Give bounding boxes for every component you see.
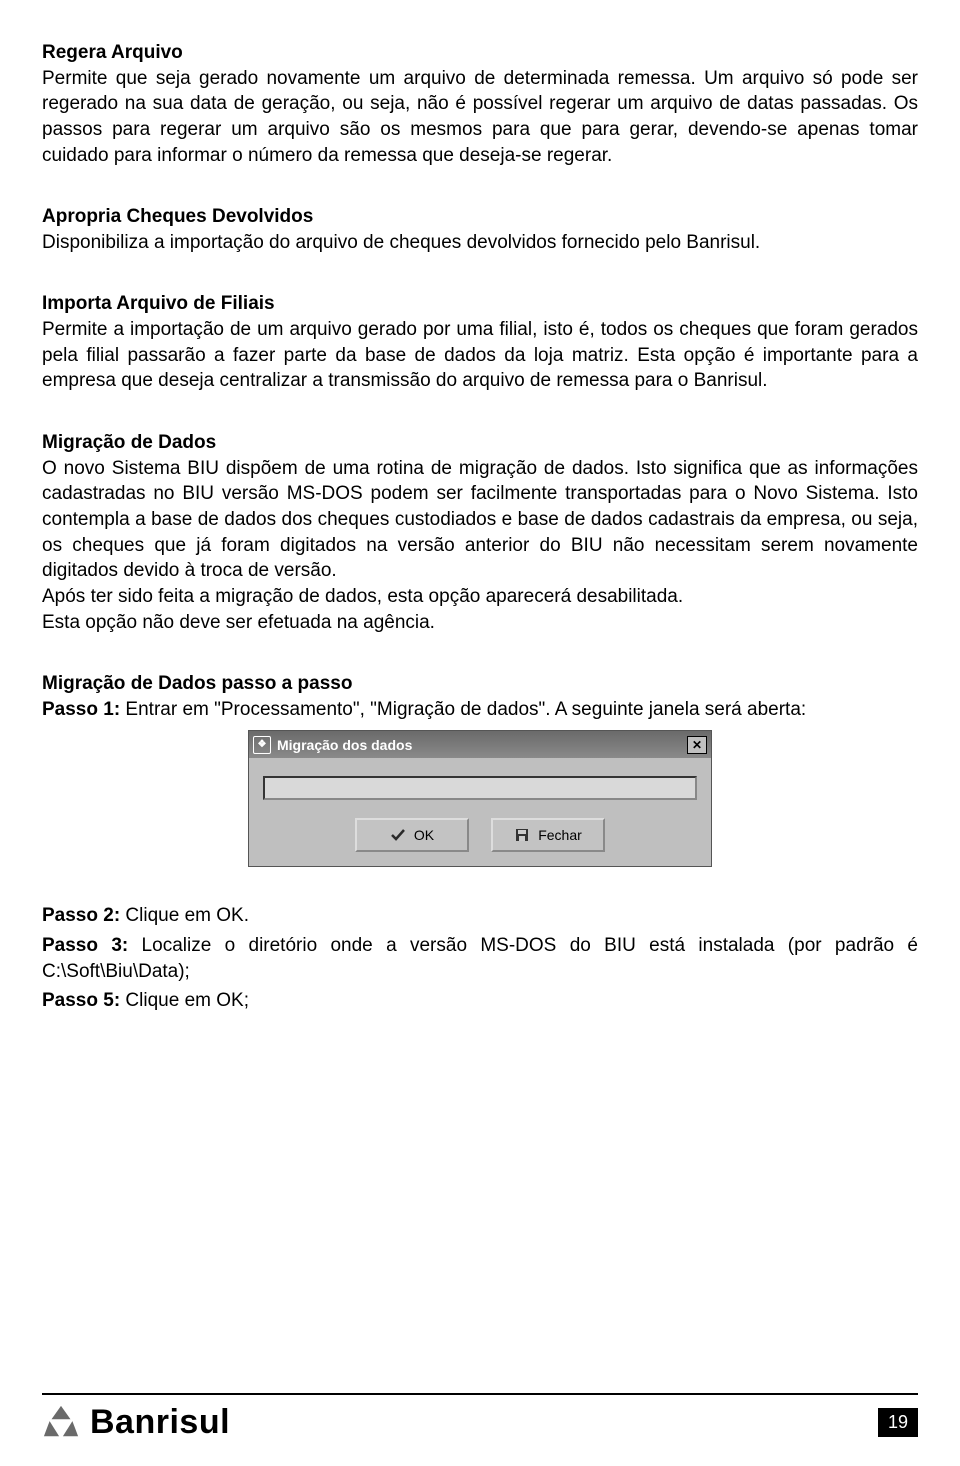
step-text: Clique em OK; xyxy=(120,990,249,1011)
dialog-titlebar[interactable]: ❖ Migração dos dados ✕ xyxy=(249,731,711,758)
progress-bar xyxy=(263,776,697,800)
step-text: Clique em OK. xyxy=(120,905,249,926)
heading: Importa Arquivo de Filiais xyxy=(42,291,918,317)
page-footer: Banrisul 19 xyxy=(42,1393,918,1442)
step-2: Passo 2: Clique em OK. xyxy=(42,903,918,929)
heading: Migração de Dados xyxy=(42,430,918,456)
section-apropria-cheques: Apropria Cheques Devolvidos Disponibiliz… xyxy=(42,204,918,255)
step-lead: Passo 2: xyxy=(42,905,120,926)
step-lead: Passo 5: xyxy=(42,990,120,1011)
body-text: Permite que seja gerado novamente um arq… xyxy=(42,66,918,169)
section-regera-arquivo: Regera Arquivo Permite que seja gerado n… xyxy=(42,40,918,168)
brand-icon xyxy=(42,1404,80,1442)
step-lead: Passo 3: xyxy=(42,935,128,956)
body-text: Disponibiliza a importação do arquivo de… xyxy=(42,230,918,256)
body-text: Permite a importação de um arquivo gerad… xyxy=(42,317,918,394)
step-text: Localize o diretório onde a versão MS-DO… xyxy=(42,935,918,982)
footer-divider xyxy=(42,1393,918,1395)
disk-icon xyxy=(514,827,530,843)
body-text: O novo Sistema BIU dispõem de uma rotina… xyxy=(42,456,918,584)
dialog-title: Migração dos dados xyxy=(277,736,412,755)
body-text-extra2: Esta opção não deve ser efetuada na agên… xyxy=(42,610,918,636)
ok-button[interactable]: OK xyxy=(355,818,469,852)
check-icon xyxy=(390,827,406,843)
body-text-extra1: Após ter sido feita a migração de dados,… xyxy=(42,584,918,610)
button-label: Fechar xyxy=(538,826,582,845)
fechar-button[interactable]: Fechar xyxy=(491,818,605,852)
step-3: Passo 3: Localize o diretório onde a ver… xyxy=(42,933,918,984)
close-icon[interactable]: ✕ xyxy=(687,736,707,754)
heading: Regera Arquivo xyxy=(42,40,918,66)
dialog-migracao: ❖ Migração dos dados ✕ OK xyxy=(248,730,712,867)
step-5: Passo 5: Clique em OK; xyxy=(42,988,918,1014)
brand-logo: Banrisul xyxy=(42,1403,230,1442)
step-text: Entrar em "Processamento", "Migração de … xyxy=(120,699,806,720)
page-number: 19 xyxy=(878,1408,918,1437)
steps-after: Passo 2: Clique em OK. Passo 3: Localize… xyxy=(42,903,918,1014)
step-1: Passo 1: Entrar em "Processamento", "Mig… xyxy=(42,697,918,723)
heading: Apropria Cheques Devolvidos xyxy=(42,204,918,230)
section-importa-filiais: Importa Arquivo de Filiais Permite a imp… xyxy=(42,291,918,394)
heading: Migração de Dados passo a passo xyxy=(42,671,918,697)
step-lead: Passo 1: xyxy=(42,699,120,720)
section-steps: Migração de Dados passo a passo Passo 1:… xyxy=(42,671,918,722)
button-label: OK xyxy=(414,826,434,845)
brand-name: Banrisul xyxy=(90,1403,230,1442)
section-migracao-dados: Migração de Dados O novo Sistema BIU dis… xyxy=(42,430,918,635)
app-icon: ❖ xyxy=(253,736,271,754)
